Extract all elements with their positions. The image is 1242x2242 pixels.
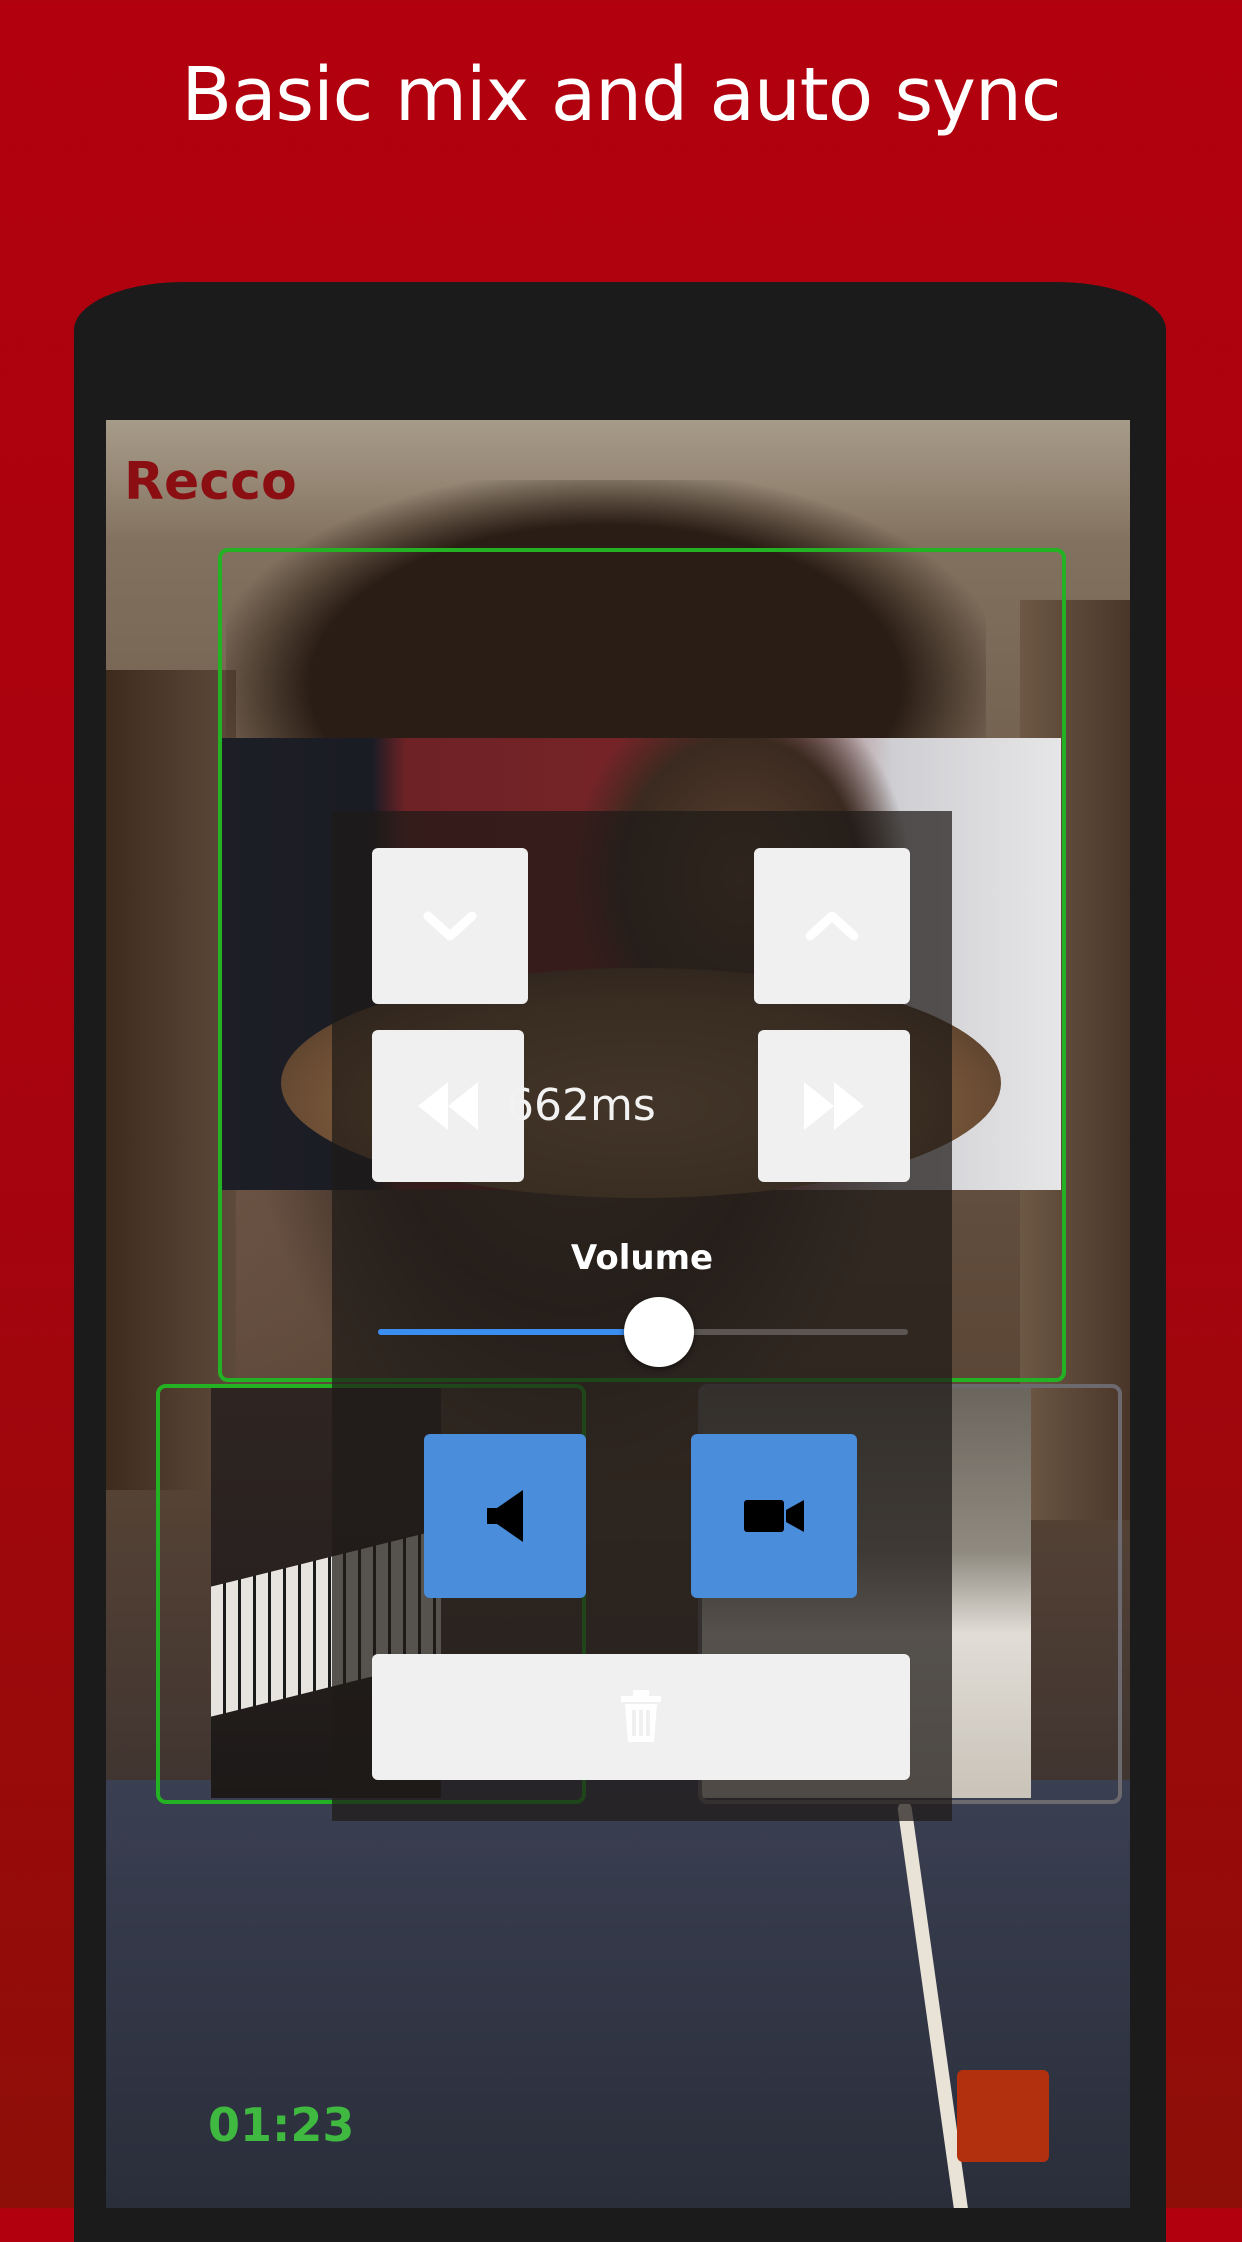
move-down-button[interactable] — [372, 848, 528, 1004]
fast-forward-icon — [804, 1082, 864, 1130]
chevron-down-icon — [423, 911, 477, 941]
rewind-button[interactable] — [372, 1030, 524, 1182]
promo-headline: Basic mix and auto sync — [181, 52, 1061, 138]
recording-timer: 01:23 — [208, 2098, 355, 2152]
chevron-up-icon — [805, 911, 859, 941]
move-up-button[interactable] — [754, 848, 910, 1004]
fast-forward-button[interactable] — [758, 1030, 910, 1182]
speaker-icon — [487, 1490, 523, 1542]
app-title: Recco — [124, 452, 297, 512]
stop-recording-button[interactable] — [957, 2070, 1049, 2162]
rewind-icon — [418, 1082, 478, 1130]
trash-icon — [621, 1690, 661, 1742]
background-cabinet-left — [106, 670, 236, 1490]
volume-slider-fill — [378, 1329, 659, 1335]
camera-view: Recco 662ms Volume 01:23 — [106, 420, 1130, 2208]
audio-toggle-button[interactable] — [424, 1434, 586, 1598]
sync-offset-value: 662ms — [506, 1080, 656, 1131]
volume-slider-thumb[interactable] — [623, 1297, 694, 1367]
video-camera-icon — [744, 1500, 804, 1532]
delete-clip-button[interactable] — [372, 1654, 910, 1780]
volume-slider[interactable] — [378, 1297, 908, 1367]
video-toggle-button[interactable] — [691, 1434, 857, 1598]
volume-label: Volume — [570, 1238, 714, 1278]
